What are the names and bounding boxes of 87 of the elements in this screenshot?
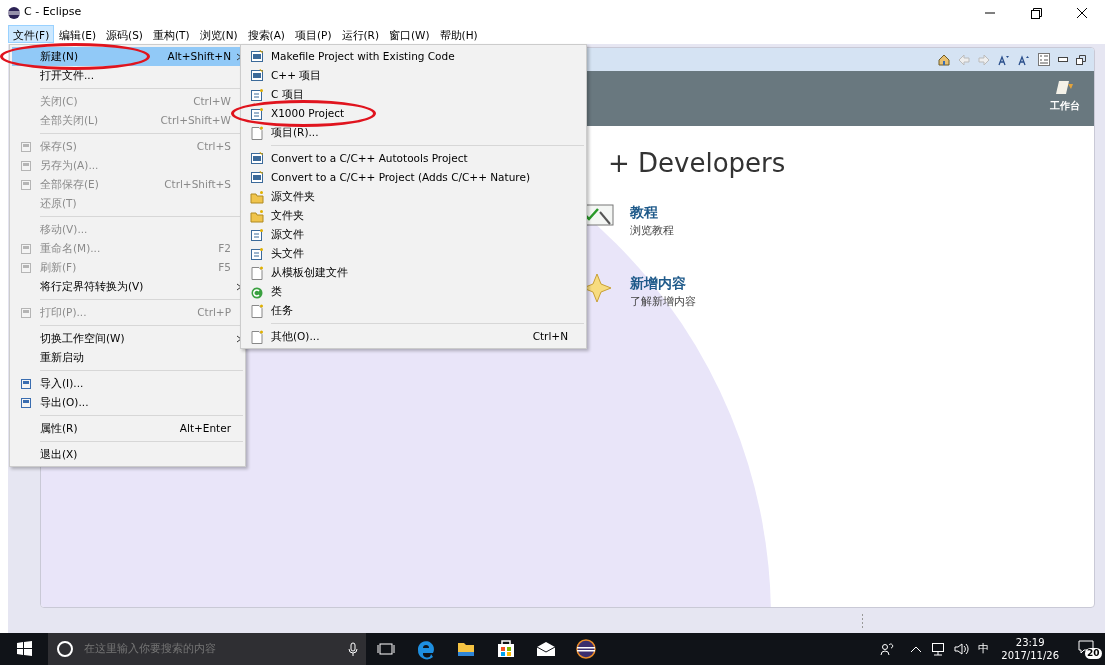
search-box[interactable]: 在这里输入你要搜索的内容 bbox=[48, 633, 366, 665]
checklist-icon[interactable] bbox=[1038, 53, 1050, 66]
workbench-label[interactable]: 工作台 bbox=[1050, 98, 1080, 113]
chevron-right-icon bbox=[235, 334, 243, 343]
link-title[interactable]: 教程 bbox=[630, 202, 674, 223]
link-title[interactable]: 新增内容 bbox=[630, 272, 696, 294]
volume-icon[interactable] bbox=[954, 642, 971, 656]
menu-item[interactable]: 导出(O)... bbox=[12, 393, 243, 412]
file-icon bbox=[250, 106, 264, 121]
app-icon bbox=[8, 6, 20, 19]
project-icon bbox=[250, 151, 264, 166]
menu-item[interactable]: C 项目 bbox=[243, 85, 584, 104]
menu-bar-item[interactable]: 浏览(N) bbox=[194, 25, 243, 43]
input-method-indicator[interactable]: 中 bbox=[978, 640, 990, 658]
chevron-right-icon bbox=[235, 52, 243, 61]
cortana-icon bbox=[56, 640, 74, 658]
menu-item[interactable]: X1000 Project bbox=[243, 104, 584, 123]
folder-icon bbox=[250, 189, 264, 204]
font-larger-icon[interactable] bbox=[1018, 53, 1030, 66]
home-icon[interactable] bbox=[938, 53, 950, 66]
document-icon bbox=[20, 140, 32, 153]
file-icon bbox=[250, 246, 264, 261]
menu-bar-item[interactable]: 项目(P) bbox=[290, 25, 337, 43]
menu-item[interactable]: 打开文件... bbox=[12, 66, 243, 85]
menu-item[interactable]: 重新启动 bbox=[12, 348, 243, 367]
workbench-icon[interactable] bbox=[1054, 79, 1076, 95]
font-smaller-icon[interactable] bbox=[998, 53, 1010, 66]
menu-bar-item[interactable]: 源码(S) bbox=[101, 25, 148, 43]
page-icon bbox=[250, 265, 264, 280]
menu-item[interactable]: 项目(R)... bbox=[243, 123, 584, 142]
menu-item[interactable]: C++ 项目 bbox=[243, 66, 584, 85]
menu-bar-item[interactable]: 搜索(A) bbox=[242, 25, 290, 43]
menu-item[interactable]: Makefile Project with Existing Code bbox=[243, 47, 584, 66]
maximize-view-icon[interactable] bbox=[1076, 54, 1086, 65]
menu-item[interactable]: 导入(I)... bbox=[12, 374, 243, 393]
menu-item[interactable]: 切换工作空间(W) bbox=[12, 329, 243, 348]
menu-item[interactable]: 将行定界符转换为(V) bbox=[12, 277, 243, 296]
clock-date[interactable]: 2017/11/26 bbox=[1001, 649, 1059, 662]
menu-bar-item[interactable]: 帮助(H) bbox=[434, 25, 483, 43]
menu-item[interactable]: 类 bbox=[243, 282, 584, 301]
document-icon bbox=[20, 261, 32, 274]
file-icon bbox=[250, 87, 264, 102]
page-heading: + Developers bbox=[608, 147, 787, 180]
menu-item[interactable]: 其他(O)... Ctrl+N bbox=[243, 327, 584, 346]
file-icon bbox=[250, 227, 264, 242]
minimize-view-icon[interactable] bbox=[1058, 56, 1068, 63]
search-field[interactable]: 在这里输入你要搜索的内容 bbox=[82, 639, 348, 659]
menu-item[interactable]: 源文件夹 bbox=[243, 187, 584, 206]
microphone-icon[interactable] bbox=[348, 642, 358, 656]
menu-item[interactable]: 新建(N) Alt+Shift+N bbox=[12, 47, 243, 66]
window-title: C - Eclipse bbox=[24, 4, 82, 21]
people-icon[interactable] bbox=[880, 642, 895, 656]
project-icon bbox=[250, 170, 264, 185]
document-icon bbox=[20, 178, 32, 191]
chevron-up-icon[interactable] bbox=[910, 644, 923, 654]
link-description: 浏览教程 bbox=[630, 223, 674, 238]
resize-handle-icon[interactable] bbox=[861, 614, 864, 628]
notification-count: 20 bbox=[1085, 648, 1102, 659]
folder-icon bbox=[250, 208, 264, 223]
menu-item[interactable]: Convert to a C/C++ Autotools Project bbox=[243, 149, 584, 168]
menu-item[interactable]: 文件夹 bbox=[243, 206, 584, 225]
document-icon bbox=[20, 396, 32, 409]
page-icon bbox=[250, 125, 264, 140]
page-icon bbox=[250, 329, 264, 344]
menu-bar-item[interactable]: 窗口(W) bbox=[384, 25, 435, 43]
network-icon[interactable] bbox=[930, 642, 947, 656]
menu-bar-item[interactable]: 重构(T) bbox=[147, 25, 195, 43]
project-icon bbox=[250, 49, 264, 64]
menu-item[interactable]: 头文件 bbox=[243, 244, 584, 263]
menu-bar-item[interactable]: 文件(F) bbox=[8, 25, 55, 43]
page-icon bbox=[250, 303, 264, 318]
menu-bar-item[interactable]: 运行(R) bbox=[336, 25, 384, 43]
menu-item[interactable]: 从模板创建文件 bbox=[243, 263, 584, 282]
document-icon bbox=[20, 242, 32, 255]
menu-bar-item[interactable]: 编辑(E) bbox=[54, 25, 102, 43]
menu-item[interactable]: 属性(R) Alt+Enter bbox=[12, 419, 243, 438]
menu-item[interactable]: Convert to a C/C++ Project (Adds C/C++ Nature) bbox=[243, 168, 584, 187]
menu-item[interactable]: 任务 bbox=[243, 301, 584, 320]
chevron-right-icon bbox=[235, 282, 243, 291]
clock-time[interactable]: 23:19 bbox=[1015, 636, 1045, 649]
document-icon bbox=[20, 159, 32, 172]
project-icon bbox=[250, 68, 264, 83]
menu-item[interactable]: 退出(X) bbox=[12, 445, 243, 464]
link-description: 了解新增内容 bbox=[630, 293, 696, 309]
document-icon bbox=[20, 377, 32, 390]
document-icon bbox=[20, 306, 32, 319]
menu-item[interactable]: 源文件 bbox=[243, 225, 584, 244]
